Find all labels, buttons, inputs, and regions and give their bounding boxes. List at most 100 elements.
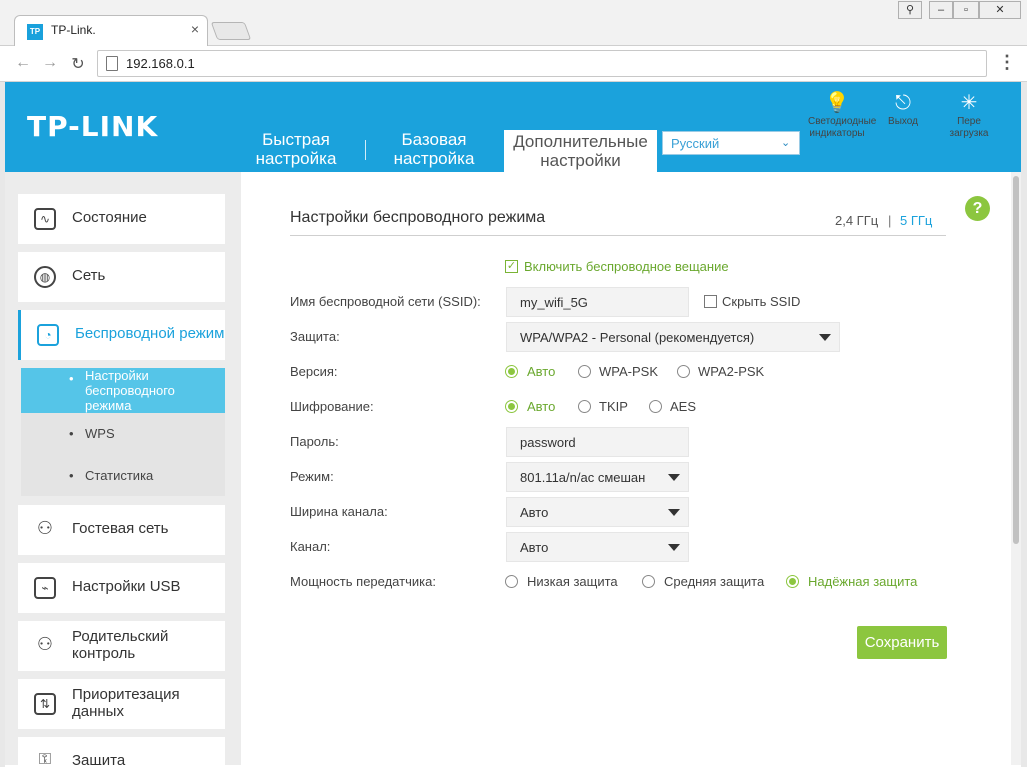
language-value: Русский	[671, 136, 720, 151]
help-icon[interactable]: ?	[965, 196, 990, 221]
sidebar-item-status[interactable]: ∿ Состояние	[18, 194, 225, 244]
channel-width-select[interactable]: Авто	[506, 497, 689, 527]
window-minimize-button[interactable]: –	[929, 1, 953, 19]
channel-select[interactable]: Авто	[506, 532, 689, 562]
led-button[interactable]: 💡 Светодиодные индикаторы	[808, 92, 877, 140]
subitem-statistics[interactable]: • Статистика	[21, 468, 225, 488]
subitem-wireless-settings[interactable]: • Настройки беспроводного режима	[21, 368, 225, 413]
sidebar-item-wireless[interactable]: ◔ Беспроводной режим	[18, 310, 225, 360]
encryption-tkip-label: TKIP	[599, 399, 628, 414]
url-text: 192.168.0.1	[126, 56, 195, 71]
tab-advanced[interactable]: Дополнительные настройки	[504, 130, 657, 172]
usb-icon: ⌁	[34, 577, 56, 599]
band-5ghz-link[interactable]: 5 ГГц	[900, 213, 932, 228]
power-medium-label: Средняя защита	[664, 574, 765, 589]
sidebar-item-label: Родительский контроль	[72, 628, 169, 662]
version-wpa-psk-radio[interactable]	[578, 365, 591, 378]
band-24ghz-link[interactable]: 2,4 ГГц	[835, 213, 878, 228]
channel-width-value: Авто	[520, 505, 549, 520]
mode-value: 801.11a/n/ac смешан	[520, 470, 646, 485]
browser-titlebar: TP TP-Link. × ⚲ – ▫ ✕	[0, 0, 1027, 46]
tplink-favicon-icon: TP	[27, 24, 43, 40]
logout-button[interactable]: ⎋ Выход	[874, 92, 932, 128]
led-bulb-icon: 💡	[824, 92, 850, 114]
save-button[interactable]: Сохранить	[857, 626, 947, 659]
security-value: WPA/WPA2 - Personal (рекомендуется)	[520, 330, 755, 345]
sidebar-item-label: Гостевая сеть	[72, 520, 169, 537]
mode-select[interactable]: 801.11a/n/ac смешан	[506, 462, 689, 492]
sidebar-item-label: Состояние	[72, 209, 147, 226]
ssid-label: Имя беспроводной сети (SSID):	[290, 294, 481, 309]
reboot-button[interactable]: ✳ Пере загрузка	[940, 92, 998, 140]
power-high-radio[interactable]	[786, 575, 799, 588]
parental-icon: ⚇	[36, 634, 54, 654]
tab-basic[interactable]: Базовая настройка	[382, 130, 486, 172]
security-select[interactable]: WPA/WPA2 - Personal (рекомендуется)	[506, 322, 840, 352]
encryption-auto-radio[interactable]	[505, 400, 518, 413]
browser-tab[interactable]: TP TP-Link. ×	[14, 15, 208, 46]
forward-arrow-icon[interactable]: →	[40, 54, 60, 72]
tab-divider	[365, 140, 366, 160]
browser-menu-icon[interactable]: ⋮	[998, 52, 1016, 73]
tab-title: TP-Link.	[51, 23, 96, 37]
sidebar-item-guest-network[interactable]: ⚇ Гостевая сеть	[18, 505, 225, 555]
version-auto-radio[interactable]	[505, 365, 518, 378]
sidebar-item-label: Защита	[72, 752, 126, 765]
channel-value: Авто	[520, 540, 549, 555]
guest-users-icon: ⚇	[36, 518, 54, 538]
page-title: Настройки беспроводного режима	[290, 209, 546, 226]
subitem-wps[interactable]: • WPS	[21, 426, 225, 446]
tplink-logo: TP-LINK	[27, 110, 159, 143]
power-high-label: Надёжная защита	[808, 574, 918, 589]
back-arrow-icon[interactable]: ←	[13, 54, 33, 72]
bullet: •	[69, 468, 74, 483]
window-close-button[interactable]: ✕	[979, 1, 1021, 19]
sidebar-item-label: Приоритезация данных	[72, 686, 180, 720]
band-separator: |	[888, 213, 892, 228]
power-low-radio[interactable]	[505, 575, 518, 588]
hide-ssid-checkbox[interactable]	[704, 295, 717, 308]
language-select[interactable]: Русский ⌄	[662, 131, 800, 155]
logout-label: Выход	[888, 116, 918, 127]
address-bar[interactable]: 192.168.0.1	[97, 50, 987, 77]
reboot-label: Пере загрузка	[949, 116, 989, 139]
bullet: •	[69, 371, 74, 386]
password-label: Пароль:	[290, 434, 339, 449]
sidebar-item-security[interactable]: ⚿ Защита	[18, 737, 225, 765]
version-label: Версия:	[290, 364, 338, 379]
priority-arrows-icon: ⇅	[34, 693, 56, 715]
window-user-icon[interactable]: ⚲	[898, 1, 922, 19]
sidebar-item-usb[interactable]: ⌁ Настройки USB	[18, 563, 225, 613]
version-auto-label: Авто	[527, 364, 556, 379]
reload-icon[interactable]: ↻	[68, 54, 88, 74]
sidebar-item-label: Беспроводной режим	[75, 325, 225, 342]
sidebar-item-qos[interactable]: ⇅ Приоритезация данных	[18, 679, 225, 729]
wifi-icon: ◔	[37, 324, 59, 346]
status-pulse-icon: ∿	[34, 208, 56, 230]
window-maximize-button[interactable]: ▫	[953, 1, 979, 19]
led-label: Светодиодные индикаторы	[808, 116, 877, 139]
power-medium-radio[interactable]	[642, 575, 655, 588]
logout-icon: ⎋	[895, 92, 911, 114]
encryption-aes-radio[interactable]	[649, 400, 662, 413]
scrollbar-thumb[interactable]	[1013, 176, 1019, 544]
version-wpa2-psk-radio[interactable]	[677, 365, 690, 378]
encryption-tkip-radio[interactable]	[578, 400, 591, 413]
channel-width-label: Ширина канала:	[290, 504, 388, 519]
tab-quick-setup[interactable]: Быстрая настройка	[243, 130, 349, 172]
enable-broadcast-checkbox[interactable]: ✓	[505, 260, 518, 273]
bullet: •	[69, 426, 74, 441]
sidebar-item-label: Сеть	[72, 267, 106, 284]
globe-icon: ◍	[34, 266, 56, 288]
version-wpa-psk-label: WPA-PSK	[599, 364, 658, 379]
enable-broadcast-label: Включить беспроводное вещание	[524, 259, 729, 274]
version-wpa2-psk-label: WPA2-PSK	[698, 364, 765, 379]
sidebar-item-parental-control[interactable]: ⚇ Родительский контроль	[18, 621, 225, 671]
password-input[interactable]: password	[506, 427, 689, 457]
ssid-input[interactable]: my_wifi_5G	[506, 287, 689, 317]
tab-close-icon[interactable]: ×	[187, 21, 203, 37]
page-icon	[106, 56, 118, 71]
subitem-label: WPS	[85, 426, 115, 441]
sidebar-item-network[interactable]: ◍ Сеть	[18, 252, 225, 302]
new-tab-button[interactable]	[210, 22, 252, 40]
